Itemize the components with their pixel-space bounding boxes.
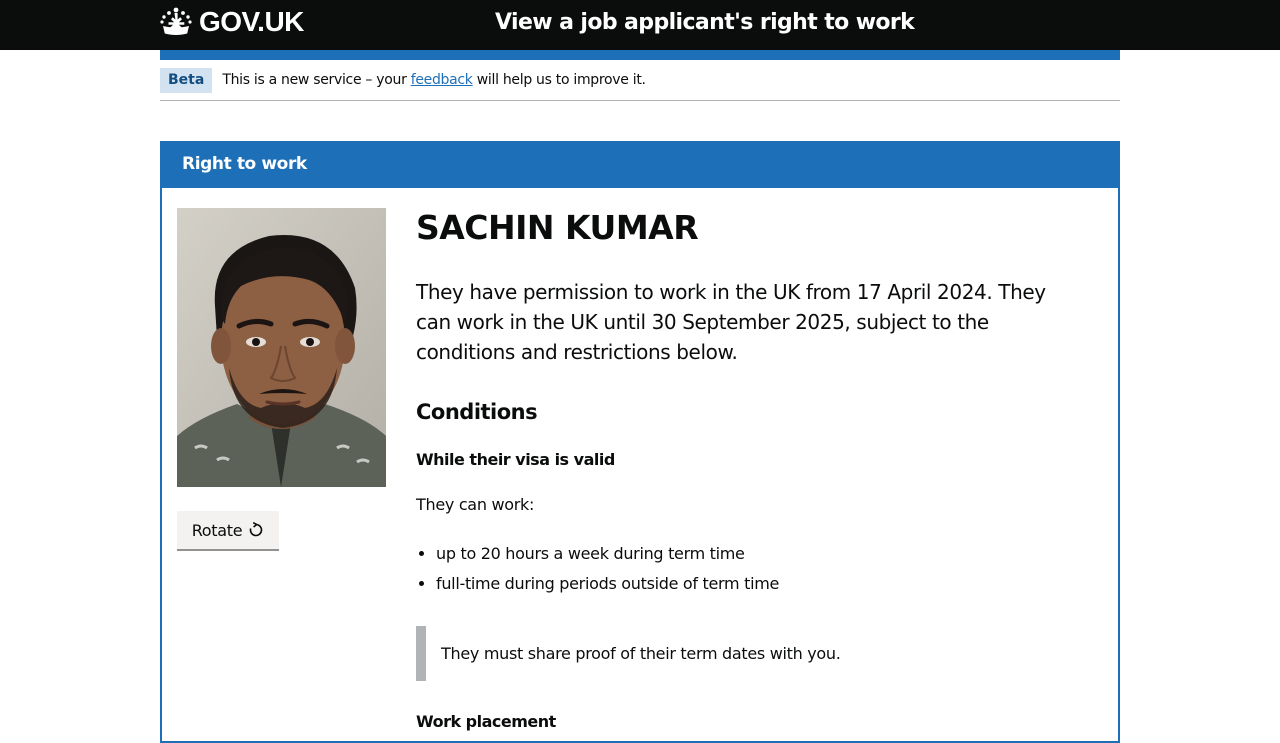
applicant-name: SACHIN KUMAR: [416, 208, 699, 247]
logo-text: GOV.UK: [199, 6, 304, 37]
phase-text-after: will help us to improve it.: [472, 72, 646, 88]
rotate-button-label: Rotate: [191, 520, 243, 540]
work-placement-heading: Work placement: [416, 712, 556, 731]
govuk-logo-link[interactable]: GOV.UK: [160, 6, 304, 38]
crown-icon: [160, 7, 192, 35]
rotate-button[interactable]: Rotate: [177, 511, 279, 549]
feedback-link[interactable]: feedback: [411, 72, 473, 88]
can-work-text: They can work:: [416, 495, 535, 514]
phase-banner: Beta This is a new service – your feedba…: [160, 60, 1120, 101]
work-conditions-list: up to 20 hours a week during term time f…: [416, 539, 1056, 599]
header-underline: [160, 50, 1120, 60]
term-dates-inset: They must share proof of their term date…: [416, 626, 1056, 681]
beta-tag: Beta: [160, 67, 213, 93]
list-item: up to 20 hours a week during term time: [436, 539, 1056, 569]
service-name[interactable]: View a job applicant's right to work: [495, 10, 915, 35]
panel-header: Right to work: [160, 141, 1120, 188]
conditions-heading: Conditions: [416, 400, 538, 424]
govuk-header: GOV.UK View a job applicant's right to w…: [0, 0, 1280, 50]
list-item: full-time during periods outside of term…: [436, 569, 1056, 599]
rotate-clockwise-icon: [250, 522, 263, 537]
applicant-photo-image: [177, 208, 386, 487]
header-container: GOV.UK View a job applicant's right to w…: [160, 0, 1120, 50]
applicant-photo: [177, 208, 386, 487]
permission-summary: They have permission to work in the UK f…: [416, 280, 1046, 364]
phase-banner-text: This is a new service – your feedback wi…: [222, 72, 646, 88]
visa-valid-heading: While their visa is valid: [416, 450, 615, 469]
right-to-work-details: SACHIN KUMAR They have permission to wor…: [416, 208, 1056, 733]
right-to-work-panel: Right to work Rotate SACHIN KUMAR They h…: [160, 141, 1120, 743]
panel-title: Right to work: [182, 154, 307, 174]
phase-text-before: This is a new service – your: [222, 72, 411, 88]
